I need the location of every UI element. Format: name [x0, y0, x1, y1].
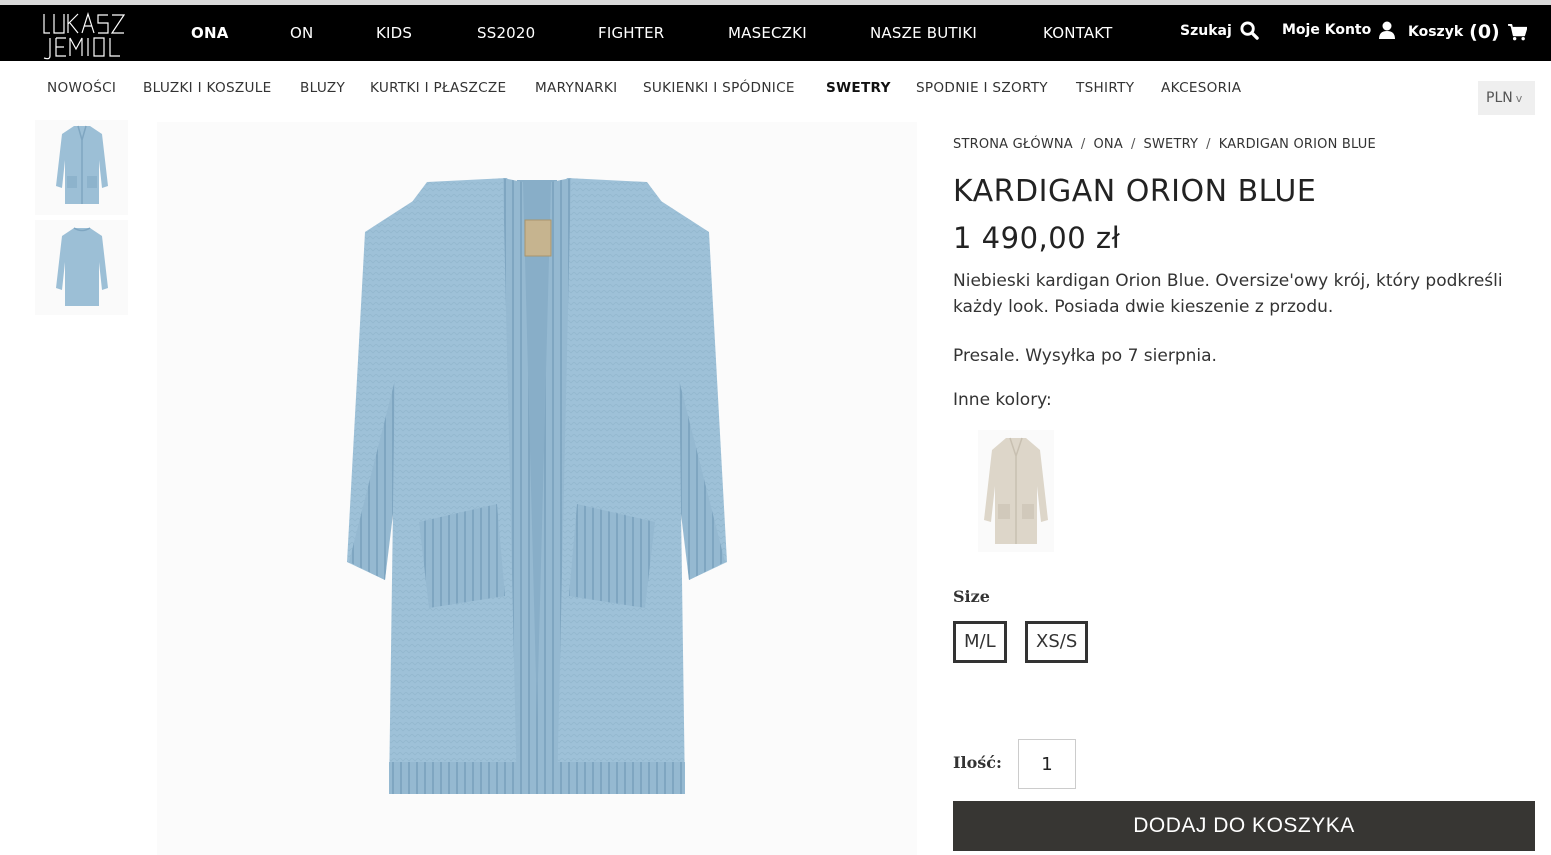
nav-on[interactable]: ON — [290, 24, 313, 42]
shopping-cart-icon — [1507, 23, 1527, 40]
cardigan-beige-image — [984, 437, 1048, 544]
category-bluzy[interactable]: BLUZY — [300, 80, 345, 96]
breadcrumb-separator: / — [1130, 137, 1136, 152]
currency-value: PLN — [1486, 90, 1513, 106]
nav-nasze-butiki[interactable]: NASZE BUTIKI — [870, 24, 977, 42]
size-label: Size — [953, 587, 990, 606]
product-description: Niebieski kardigan Orion Blue. Oversize'… — [953, 271, 1503, 317]
nav-ona[interactable]: ONA — [191, 24, 229, 42]
category-akcesoria[interactable]: AKCESORIA — [1161, 80, 1241, 96]
product-main-image[interactable] — [157, 122, 917, 855]
size-option-xs-s[interactable]: XS/S — [1025, 621, 1089, 663]
category-swetry[interactable]: SWETRY — [826, 80, 891, 96]
color-swatch-beige[interactable] — [978, 430, 1054, 552]
cardigan-front-thumbnail-image — [55, 125, 108, 204]
category-spodnie-i-szorty[interactable]: SPODNIE I SZORTY — [916, 80, 1048, 96]
thumbnail-back[interactable] — [35, 220, 128, 315]
presale-note: Presale. Wysyłka po 7 sierpnia. — [953, 346, 1217, 366]
product-price: 1 490,00 zł — [953, 221, 1121, 255]
category-nowosci[interactable]: NOWOŚCI — [47, 80, 116, 96]
thumbnail-front[interactable] — [35, 120, 128, 215]
top-header: ONA ON KIDS SS2020 FIGHTER MASECZKI NASZ… — [0, 0, 1551, 61]
nav-ss2020[interactable]: SS2020 — [477, 24, 535, 42]
nav-maseczki[interactable]: MASECZKI — [728, 24, 807, 42]
breadcrumb-current: KARDIGAN ORION BLUE — [1218, 137, 1376, 152]
other-colors-label: Inne kolory: — [953, 390, 1052, 410]
search-label: Szukaj — [1180, 22, 1232, 39]
magnifier-icon — [1240, 21, 1259, 40]
breadcrumb: STRONA GŁÓWNA / ONA / SWETRY / KARDIGAN ORION … — [953, 137, 1376, 152]
nav-fighter[interactable]: FIGHTER — [598, 24, 664, 42]
product-title: KARDIGAN ORION BLUE — [953, 174, 1317, 209]
category-tshirty[interactable]: TSHIRTY — [1076, 80, 1134, 96]
brand-logo[interactable] — [40, 11, 156, 61]
add-to-cart-button[interactable]: DODAJ DO KOSZYKA — [953, 801, 1535, 851]
breadcrumb-home[interactable]: STRONA GŁÓWNA — [953, 137, 1073, 152]
currency-select[interactable]: PLN v — [1478, 81, 1535, 115]
cart-link[interactable]: Koszyk (0) — [1408, 21, 1527, 43]
quantity-input[interactable] — [1018, 739, 1076, 789]
category-marynarki[interactable]: MARYNARKI — [535, 80, 617, 96]
account-label: Moje Konto — [1282, 22, 1372, 38]
quantity-label: Ilość: — [953, 753, 1002, 772]
category-sukienki-i-spodnice[interactable]: SUKIENKI I SPÓDNICE — [643, 80, 795, 96]
size-option-m-l[interactable]: M/L — [953, 621, 1007, 663]
user-icon — [1379, 21, 1396, 39]
breadcrumb-swetry[interactable]: SWETRY — [1144, 137, 1199, 152]
nav-kids[interactable]: KIDS — [376, 24, 412, 42]
cart-label: Koszyk — [1408, 24, 1464, 40]
cardigan-image — [347, 178, 727, 794]
cardigan-back-thumbnail-image — [55, 227, 108, 306]
breadcrumb-ona[interactable]: ONA — [1094, 137, 1123, 152]
search-link[interactable]: Szukaj — [1180, 21, 1259, 40]
category-kurtki-i-plaszcze[interactable]: KURTKI I PŁASZCZE — [370, 80, 506, 96]
breadcrumb-separator: / — [1080, 137, 1086, 152]
cart-count: (0) — [1469, 21, 1500, 43]
category-bluzki-i-koszule[interactable]: BLUZKI I KOSZULE — [143, 80, 272, 96]
nav-kontakt[interactable]: KONTAKT — [1043, 24, 1113, 42]
breadcrumb-separator: / — [1206, 137, 1211, 152]
chevron-down-icon: v — [1515, 92, 1523, 105]
account-link[interactable]: Moje Konto — [1282, 21, 1396, 39]
